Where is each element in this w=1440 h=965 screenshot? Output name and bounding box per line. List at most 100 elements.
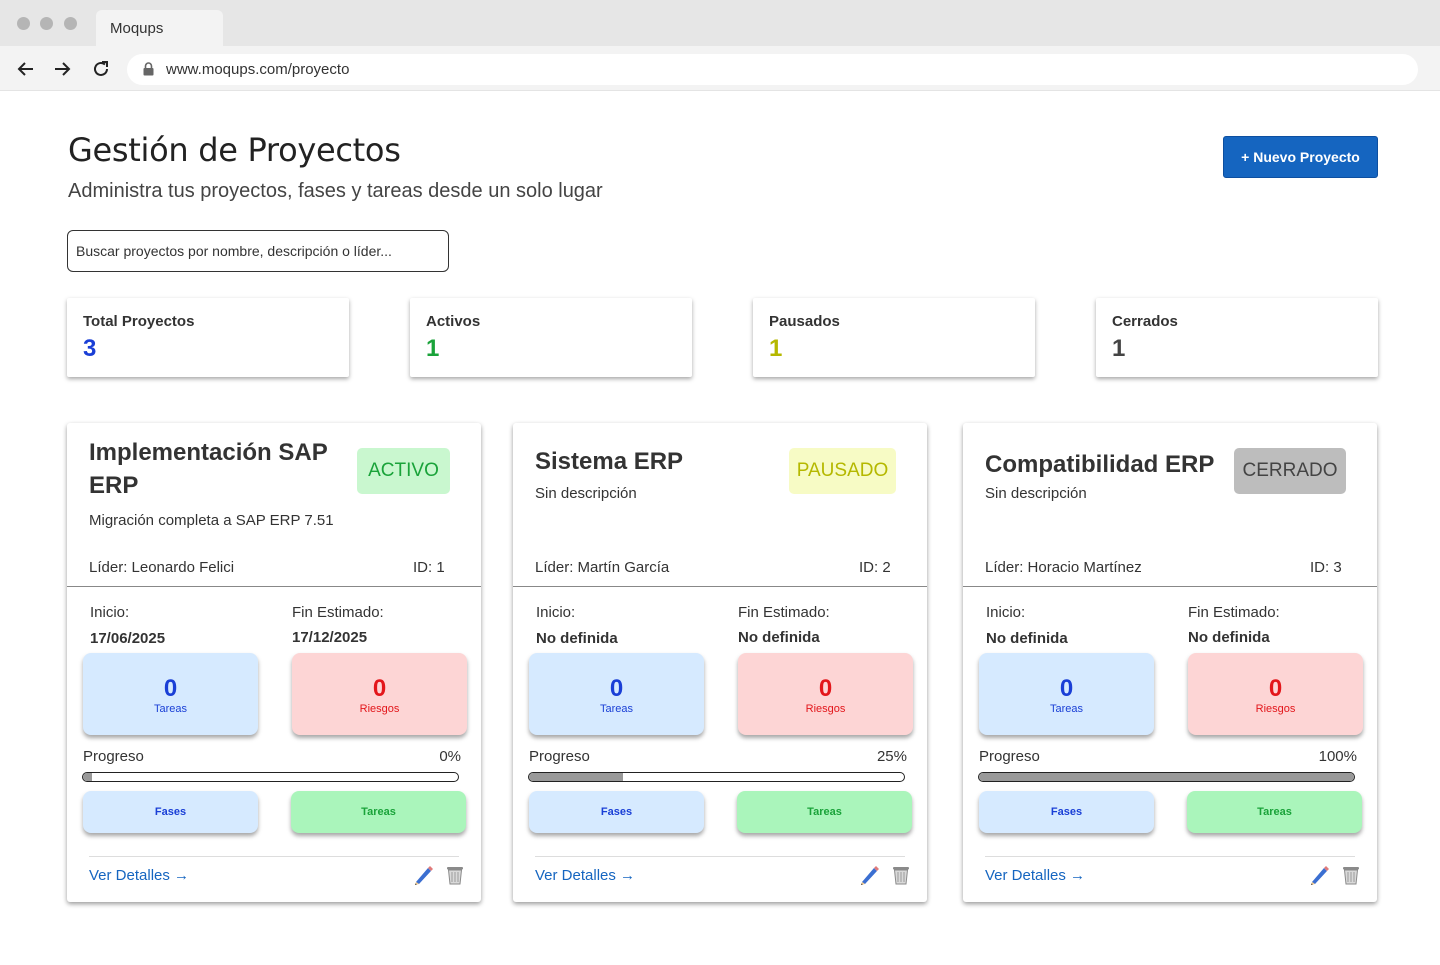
stat-value: 1 xyxy=(426,335,440,362)
progress-bar-fill xyxy=(529,773,623,781)
risks-count: 0 xyxy=(1268,675,1283,702)
tasks-button[interactable]: Tareas xyxy=(1187,791,1362,833)
footer-divider xyxy=(985,856,1355,857)
end-date-value: No definida xyxy=(738,629,820,646)
risks-metric-label: Riesgos xyxy=(359,703,400,715)
forward-arrow-icon[interactable] xyxy=(51,58,73,80)
progress-percent: 0% xyxy=(439,748,461,765)
end-date-label: Fin Estimado: xyxy=(292,604,384,621)
tasks-button[interactable]: Tareas xyxy=(737,791,912,833)
project-card: Implementación SAP ERP Migración complet… xyxy=(67,423,481,902)
start-date-value: No definida xyxy=(986,630,1068,647)
progress-label: Progreso xyxy=(529,748,590,765)
risks-metric-box[interactable]: 0 Riesgos xyxy=(292,653,467,735)
project-description: Migración completa a SAP ERP 7.51 xyxy=(89,512,334,529)
project-description: Sin descripción xyxy=(535,485,637,502)
start-date-label: Inicio: xyxy=(90,604,130,621)
trash-icon[interactable] xyxy=(444,864,466,886)
project-title: Implementación SAP ERP xyxy=(89,439,328,499)
footer-divider xyxy=(89,856,459,857)
browser-titlebar: Moqups xyxy=(0,0,1440,46)
start-date-label: Inicio: xyxy=(536,604,576,621)
risks-metric-box[interactable]: 0 Riesgos xyxy=(1188,653,1363,735)
tasks-metric-box[interactable]: 0 Tareas xyxy=(979,653,1154,735)
tasks-metric-label: Tareas xyxy=(1049,703,1084,715)
trash-icon[interactable] xyxy=(890,864,912,886)
tasks-metric-label: Tareas xyxy=(599,703,634,715)
stat-card-active: Activos 1 xyxy=(410,298,692,377)
pencil-icon[interactable] xyxy=(858,864,880,886)
project-leader: Líder: Leonardo Felici xyxy=(89,559,235,576)
search-input[interactable] xyxy=(67,230,449,272)
window-maximize-dot[interactable] xyxy=(64,17,77,30)
page-subtitle: Administra tus proyectos, fases y tareas… xyxy=(68,180,603,202)
divider xyxy=(67,586,481,587)
browser-toolbar: www.moqups.com/proyecto xyxy=(0,46,1440,91)
view-details-link[interactable]: Ver Detalles → xyxy=(985,867,1085,884)
trash-icon[interactable] xyxy=(1340,864,1362,886)
stat-card-total: Total Proyectos 3 xyxy=(67,298,349,377)
status-badge: PAUSADO xyxy=(789,448,896,494)
progress-label: Progreso xyxy=(83,748,144,765)
risks-count: 0 xyxy=(372,675,387,702)
new-project-button[interactable]: + Nuevo Proyecto xyxy=(1223,136,1378,178)
window-close-dot[interactable] xyxy=(17,17,30,30)
project-id: ID: 1 xyxy=(413,559,445,576)
progress-percent: 25% xyxy=(876,748,907,765)
reload-icon[interactable] xyxy=(90,58,112,80)
status-badge: ACTIVO xyxy=(357,448,450,494)
stat-label: Activos xyxy=(426,313,481,330)
project-description: Sin descripción xyxy=(985,485,1087,502)
start-date-label: Inicio: xyxy=(986,604,1026,621)
risks-count: 0 xyxy=(818,675,833,702)
phases-button[interactable]: Fases xyxy=(83,791,258,833)
stat-value: 1 xyxy=(769,335,783,362)
stat-card-closed: Cerrados 1 xyxy=(1096,298,1378,377)
end-date-label: Fin Estimado: xyxy=(1188,604,1280,621)
end-date-label: Fin Estimado: xyxy=(738,604,830,621)
back-arrow-icon[interactable] xyxy=(15,58,37,80)
divider xyxy=(513,586,927,587)
phases-button[interactable]: Fases xyxy=(979,791,1154,833)
end-date-value: 17/12/2025 xyxy=(292,629,368,646)
stat-label: Total Proyectos xyxy=(83,313,195,330)
progress-bar xyxy=(82,772,459,782)
tasks-count: 0 xyxy=(609,675,624,702)
end-date-value: No definida xyxy=(1188,629,1270,646)
view-details-link[interactable]: Ver Detalles → xyxy=(535,867,635,884)
progress-label: Progreso xyxy=(979,748,1040,765)
progress-bar xyxy=(528,772,905,782)
stat-label: Pausados xyxy=(769,313,840,330)
tasks-count: 0 xyxy=(1059,675,1074,702)
tasks-button[interactable]: Tareas xyxy=(291,791,466,833)
page-title: Gestión de Proyectos xyxy=(68,131,401,169)
project-leader: Líder: Martín García xyxy=(535,559,670,576)
progress-percent: 100% xyxy=(1318,748,1357,765)
stat-label: Cerrados xyxy=(1112,313,1178,330)
browser-tab[interactable]: Moqups xyxy=(96,10,223,46)
start-date-value: 17/06/2025 xyxy=(90,630,166,647)
progress-bar-fill xyxy=(979,773,1354,781)
pencil-icon[interactable] xyxy=(1308,864,1330,886)
progress-bar xyxy=(978,772,1355,782)
project-id: ID: 2 xyxy=(859,559,891,576)
risks-metric-box[interactable]: 0 Riesgos xyxy=(738,653,913,735)
address-bar[interactable]: www.moqups.com/proyecto xyxy=(127,54,1418,85)
stat-value: 1 xyxy=(1112,335,1126,362)
tasks-metric-box[interactable]: 0 Tareas xyxy=(529,653,704,735)
view-details-link[interactable]: Ver Detalles → xyxy=(89,867,189,884)
project-card: Sistema ERP Sin descripción PAUSADO Líde… xyxy=(513,423,927,902)
window-minimize-dot[interactable] xyxy=(40,17,53,30)
tasks-metric-box[interactable]: 0 Tareas xyxy=(83,653,258,735)
tasks-metric-label: Tareas xyxy=(153,703,188,715)
stat-value: 3 xyxy=(83,335,97,362)
divider xyxy=(963,586,1377,587)
start-date-value: No definida xyxy=(536,630,618,647)
progress-bar-fill xyxy=(83,773,93,781)
pencil-icon[interactable] xyxy=(412,864,434,886)
stat-card-paused: Pausados 1 xyxy=(753,298,1035,377)
project-card: Compatibilidad ERP Sin descripción CERRA… xyxy=(963,423,1377,902)
url-text: www.moqups.com/proyecto xyxy=(166,61,350,78)
project-id: ID: 3 xyxy=(1310,559,1342,576)
phases-button[interactable]: Fases xyxy=(529,791,704,833)
